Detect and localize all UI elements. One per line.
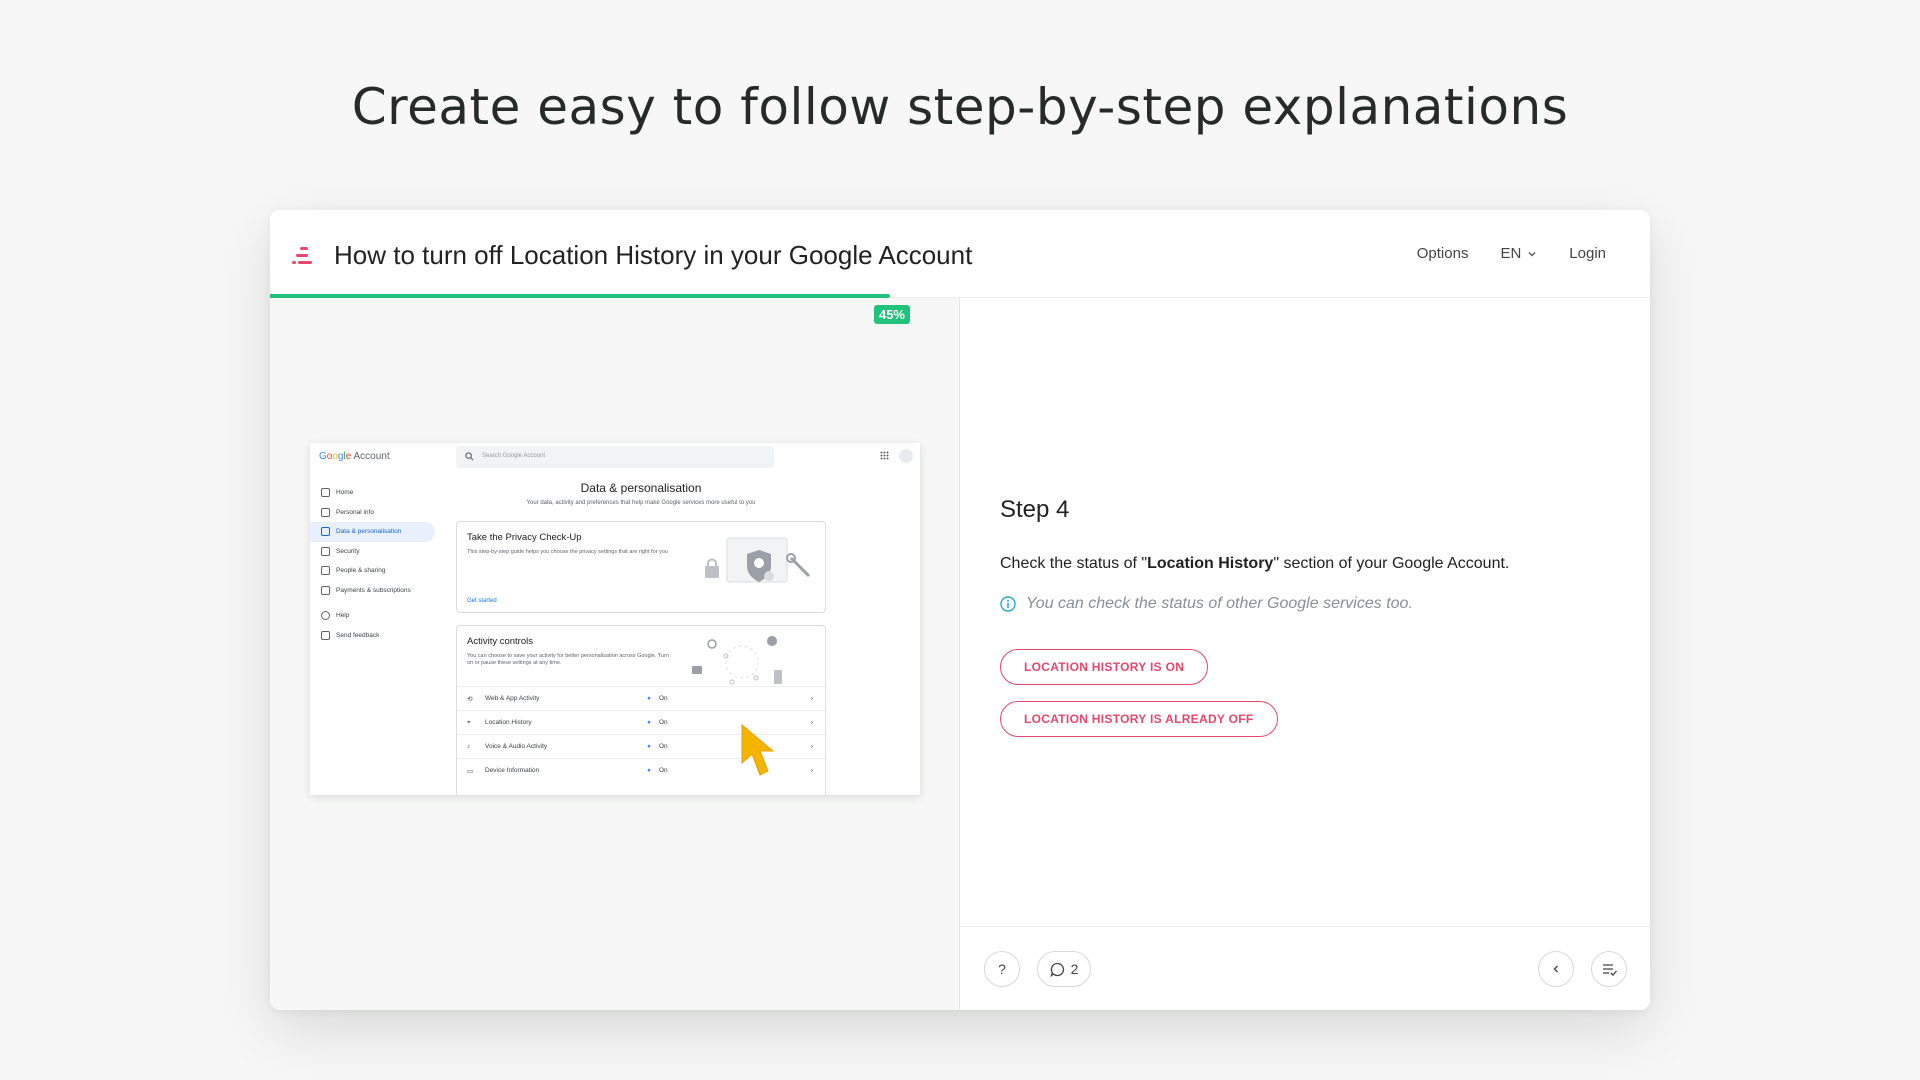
- chevron-left-icon: [1553, 965, 1558, 973]
- progress-fill: [270, 294, 890, 298]
- google-account-screenshot: Google Account Search Google Account Hom…: [310, 443, 920, 795]
- activity-illustration: [692, 636, 782, 685]
- info-icon: [1000, 596, 1016, 612]
- screenshot-subheading: Your data, activity and preferences that…: [526, 500, 756, 506]
- status-dot: ●: [647, 719, 651, 726]
- search-icon: [465, 452, 474, 461]
- chevron-right-icon: ›: [811, 719, 814, 726]
- login-label: Login: [1569, 245, 1606, 262]
- activity-card-description: You can choose to save your activity for…: [467, 653, 669, 667]
- guide-title: How to turn off Location History in your…: [334, 240, 973, 270]
- screenshot-sidebar: Home Personal info Data & personalisatio…: [310, 483, 435, 645]
- login-button[interactable]: Login: [1569, 245, 1606, 262]
- comments-button[interactable]: 2: [1037, 951, 1091, 987]
- status-dot: ●: [647, 767, 651, 774]
- step-title: Step 4: [1000, 496, 1070, 523]
- location-history-off-button[interactable]: LOCATION HISTORY IS ALREADY OFF: [1000, 701, 1278, 737]
- chevron-down-icon: [1528, 251, 1536, 256]
- lock-icon: [321, 546, 330, 556]
- status-dot: ●: [647, 743, 651, 750]
- help-button[interactable]: ?: [984, 951, 1020, 987]
- chevron-right-icon: ›: [811, 743, 814, 750]
- sidebar-item-data-personalisation: Data & personalisation: [310, 522, 435, 542]
- screenshot-pane: Google Account Search Google Account Hom…: [270, 298, 959, 1010]
- credit-card-icon: [321, 585, 330, 595]
- step-pane: Step 4 Check the status of "Location His…: [959, 298, 1650, 1010]
- options-button[interactable]: Options: [1417, 245, 1469, 262]
- player-footer: ? 2: [960, 926, 1650, 1010]
- help-icon: ?: [998, 961, 1006, 977]
- location-pin-icon: ⌖: [467, 719, 471, 726]
- google-account-logo: Google Account: [319, 451, 390, 462]
- app-header: How to turn off Location History in your…: [270, 210, 1650, 298]
- location-history-on-button[interactable]: LOCATION HISTORY IS ON: [1000, 649, 1209, 685]
- sidebar-item-security: Security: [310, 542, 435, 562]
- screenshot-heading: Data & personalisation: [580, 481, 702, 495]
- step-note: You can check the status of other Google…: [1000, 595, 1413, 613]
- toggle-icon: [321, 527, 330, 537]
- step-description: Check the status of "Location History" s…: [1000, 555, 1510, 572]
- id-card-icon: [321, 507, 330, 517]
- chevron-right-icon: ›: [811, 767, 814, 774]
- progress-badge: 45%: [873, 305, 910, 324]
- privacy-card-description: This step-by-step guide helps you choose…: [467, 549, 668, 555]
- avatar: [899, 449, 913, 463]
- list-check-icon: [1602, 963, 1617, 976]
- sidebar-item-personal-info: Personal info: [310, 503, 435, 523]
- privacy-checkup-card: Take the Privacy Check-Up This step-by-s…: [456, 521, 826, 613]
- privacy-card-title: Take the Privacy Check-Up: [467, 532, 582, 543]
- device-icon: ▭: [467, 768, 474, 775]
- home-icon: [321, 488, 330, 498]
- chevron-right-icon: ›: [811, 695, 814, 702]
- microphone-icon: ♪: [467, 743, 471, 750]
- people-icon: [321, 566, 330, 576]
- options-label: Options: [1416, 245, 1469, 262]
- cursor-pointer-icon: [741, 723, 775, 776]
- get-started-link: Get started: [467, 598, 497, 604]
- privacy-shield-illustration: [705, 537, 811, 583]
- progress-bar: [270, 294, 1650, 298]
- comments-count: 2: [1070, 961, 1079, 977]
- activity-row-web-app: ⟲ Web & App Activity ● On ›: [457, 686, 827, 710]
- sidebar-item-home: Home: [310, 483, 435, 503]
- status-dot: ●: [647, 695, 651, 702]
- comment-icon: [1050, 962, 1064, 977]
- language-selector[interactable]: EN: [1500, 245, 1537, 262]
- sidebar-item-people-sharing: People & sharing: [310, 561, 435, 581]
- help-icon: [321, 611, 330, 621]
- logo-icon: [292, 247, 312, 264]
- steps-list-button[interactable]: [1591, 951, 1627, 987]
- apps-grid-icon: [880, 451, 889, 460]
- sidebar-item-payments: Payments & subscriptions: [310, 581, 435, 601]
- step-note-text: You can check the status of other Google…: [1026, 595, 1413, 612]
- language-label: EN: [1500, 245, 1522, 262]
- feedback-icon: [321, 630, 330, 640]
- hero-title: Create easy to follow step-by-step expla…: [351, 78, 1569, 136]
- previous-step-button[interactable]: [1538, 951, 1574, 987]
- activity-card-title: Activity controls: [467, 636, 533, 647]
- header-nav: Options EN Login: [1417, 245, 1606, 262]
- sidebar-item-feedback: Send feedback: [310, 626, 435, 646]
- sidebar-item-help: Help: [310, 606, 435, 626]
- guide-player: How to turn off Location History in your…: [270, 210, 1650, 1010]
- screenshot-search-bar: Search Google Account: [456, 446, 774, 468]
- search-placeholder: Search Google Account: [482, 453, 546, 459]
- history-icon: ⟲: [467, 696, 473, 703]
